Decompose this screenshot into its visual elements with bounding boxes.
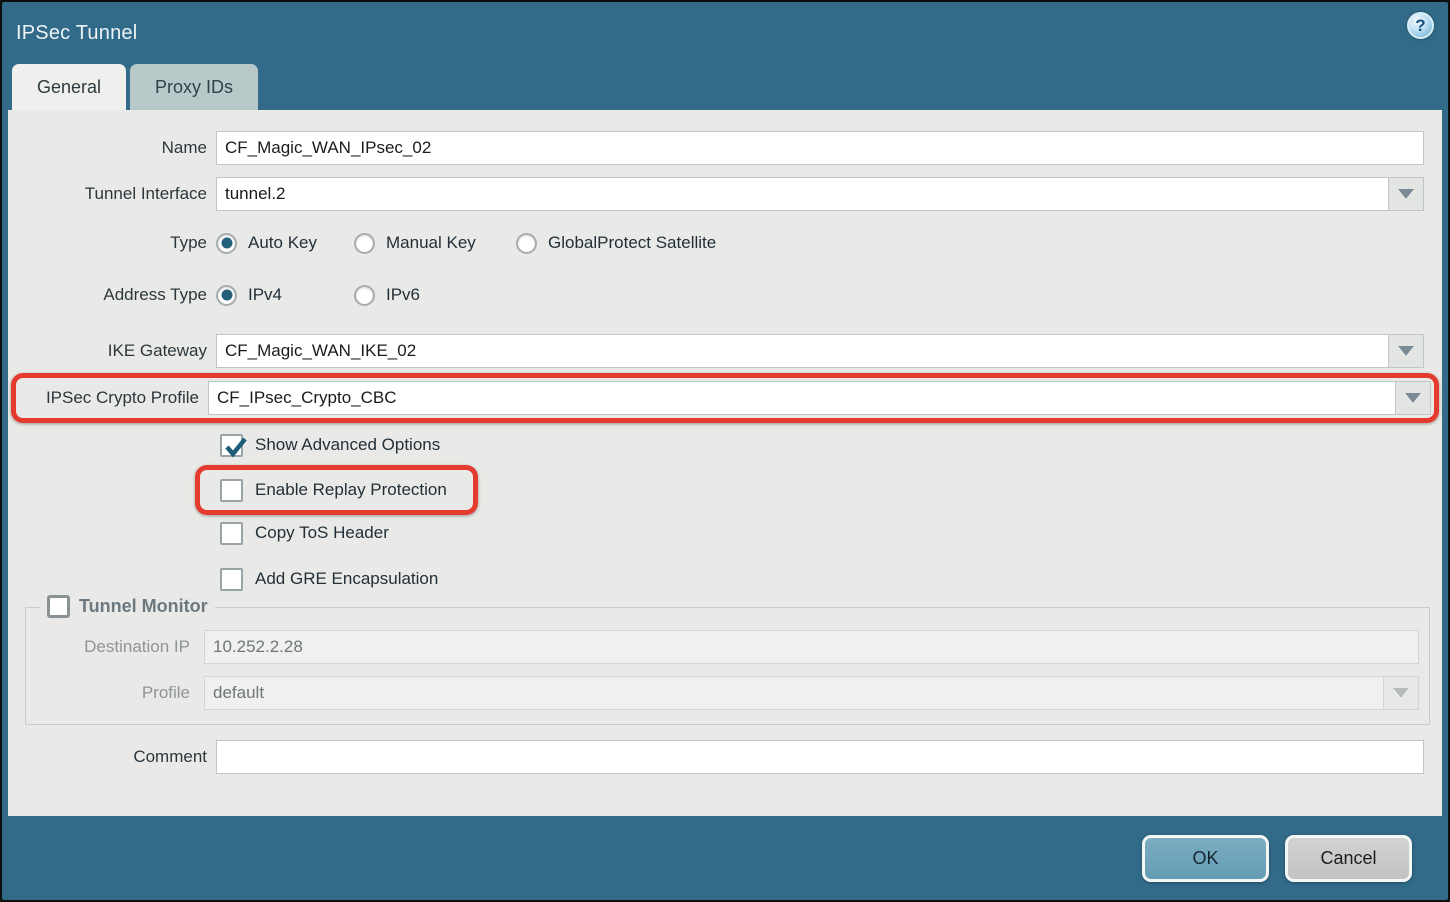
type-option-manual-key[interactable]: Manual Key: [354, 233, 516, 254]
enable-replay-protection-row: Enable Replay Protection: [220, 478, 447, 502]
radio-icon[interactable]: [354, 233, 375, 254]
add-gre-encapsulation-checkbox[interactable]: [220, 568, 243, 591]
type-row: Type Auto Key Manual Key GlobalProtect S…: [8, 229, 1442, 257]
address-type-option-ipv4[interactable]: IPv4: [216, 285, 354, 306]
radio-selected-icon[interactable]: [216, 285, 237, 306]
tunnel-interface-label: Tunnel Interface: [16, 184, 216, 204]
profile-label: Profile: [34, 683, 204, 703]
type-option-auto-key[interactable]: Auto Key: [216, 233, 354, 254]
destination-ip-input: [204, 630, 1419, 664]
tab-proxy-ids[interactable]: Proxy IDs: [130, 64, 258, 110]
show-advanced-options-checkbox[interactable]: [220, 434, 243, 457]
replay-protection-highlight-annotation: Enable Replay Protection: [195, 465, 478, 515]
radio-icon[interactable]: [354, 285, 375, 306]
tunnel-interface-row: Tunnel Interface tunnel.2: [8, 177, 1442, 211]
ipsec-crypto-profile-dropdown[interactable]: CF_IPsec_Crypto_CBC: [208, 381, 1431, 415]
ike-gateway-dropdown[interactable]: CF_Magic_WAN_IKE_02: [216, 334, 1424, 368]
chevron-down-icon: [1393, 688, 1409, 698]
ipsec-crypto-profile-label: IPSec Crypto Profile: [21, 388, 208, 408]
dialog-titlebar: IPSec Tunnel ?: [2, 2, 1448, 64]
comment-row: Comment: [8, 740, 1442, 774]
tab-bar: General Proxy IDs: [2, 64, 1448, 110]
address-type-row: Address Type IPv4 IPv6: [8, 281, 1442, 309]
address-type-label: Address Type: [16, 285, 216, 305]
tunnel-monitor-checkbox[interactable]: [47, 595, 70, 618]
copy-tos-header-row: Copy ToS Header: [220, 521, 1442, 545]
tunnel-monitor-group: Tunnel Monitor Destination IP Profile de…: [25, 607, 1430, 725]
enable-replay-protection-checkbox[interactable]: [220, 479, 243, 502]
tunnel-interface-dropdown[interactable]: tunnel.2: [216, 177, 1424, 211]
chevron-down-icon: [1398, 346, 1414, 356]
profile-dropdown: default: [204, 676, 1419, 710]
tunnel-monitor-legend: Tunnel Monitor: [40, 595, 215, 618]
ike-gateway-label: IKE Gateway: [16, 341, 216, 361]
ike-gateway-value[interactable]: CF_Magic_WAN_IKE_02: [217, 335, 1388, 367]
radio-selected-icon[interactable]: [216, 233, 237, 254]
dialog-title: IPSec Tunnel: [16, 22, 137, 45]
copy-tos-header-checkbox[interactable]: [220, 522, 243, 545]
tab-general[interactable]: General: [12, 64, 126, 110]
name-input[interactable]: [216, 131, 1424, 165]
chevron-down-icon: [1405, 393, 1421, 403]
radio-icon[interactable]: [516, 233, 537, 254]
destination-ip-label: Destination IP: [34, 637, 204, 657]
general-tab-panel: Name Tunnel Interface tunnel.2 Type Auto…: [8, 110, 1442, 816]
type-option-globalprotect-satellite[interactable]: GlobalProtect Satellite: [516, 233, 716, 254]
type-label: Type: [16, 233, 216, 253]
tunnel-interface-value[interactable]: tunnel.2: [217, 178, 1388, 210]
ipsec-crypto-profile-row: IPSec Crypto Profile CF_IPsec_Crypto_CBC: [21, 381, 1431, 415]
profile-row: Profile default: [34, 676, 1419, 710]
ike-gateway-dropdown-button[interactable]: [1388, 335, 1423, 367]
help-icon[interactable]: ?: [1407, 12, 1434, 39]
destination-ip-row: Destination IP: [34, 630, 1419, 664]
address-type-option-ipv6[interactable]: IPv6: [354, 285, 420, 306]
cancel-button[interactable]: Cancel: [1285, 835, 1412, 882]
checkmark-icon: [222, 434, 249, 461]
ipsec-crypto-profile-value[interactable]: CF_IPsec_Crypto_CBC: [209, 382, 1395, 414]
chevron-down-icon: [1398, 189, 1414, 199]
ike-gateway-row: IKE Gateway CF_Magic_WAN_IKE_02: [8, 334, 1442, 368]
profile-value: default: [205, 677, 1383, 709]
comment-label: Comment: [16, 747, 216, 767]
show-advanced-options-row: Show Advanced Options: [220, 433, 1442, 457]
dialog-footer: OK Cancel: [2, 816, 1448, 900]
add-gre-encapsulation-row: Add GRE Encapsulation: [220, 567, 1442, 591]
ipsec-crypto-profile-dropdown-button[interactable]: [1395, 382, 1430, 414]
tunnel-interface-dropdown-button[interactable]: [1388, 178, 1423, 210]
comment-input[interactable]: [216, 740, 1424, 774]
profile-dropdown-button: [1383, 677, 1418, 709]
name-row: Name: [8, 131, 1442, 165]
crypto-profile-highlight-annotation: IPSec Crypto Profile CF_IPsec_Crypto_CBC: [11, 373, 1439, 423]
ok-button[interactable]: OK: [1142, 835, 1269, 882]
name-label: Name: [16, 138, 216, 158]
ipsec-tunnel-dialog: IPSec Tunnel ? General Proxy IDs Name Tu…: [0, 0, 1450, 902]
